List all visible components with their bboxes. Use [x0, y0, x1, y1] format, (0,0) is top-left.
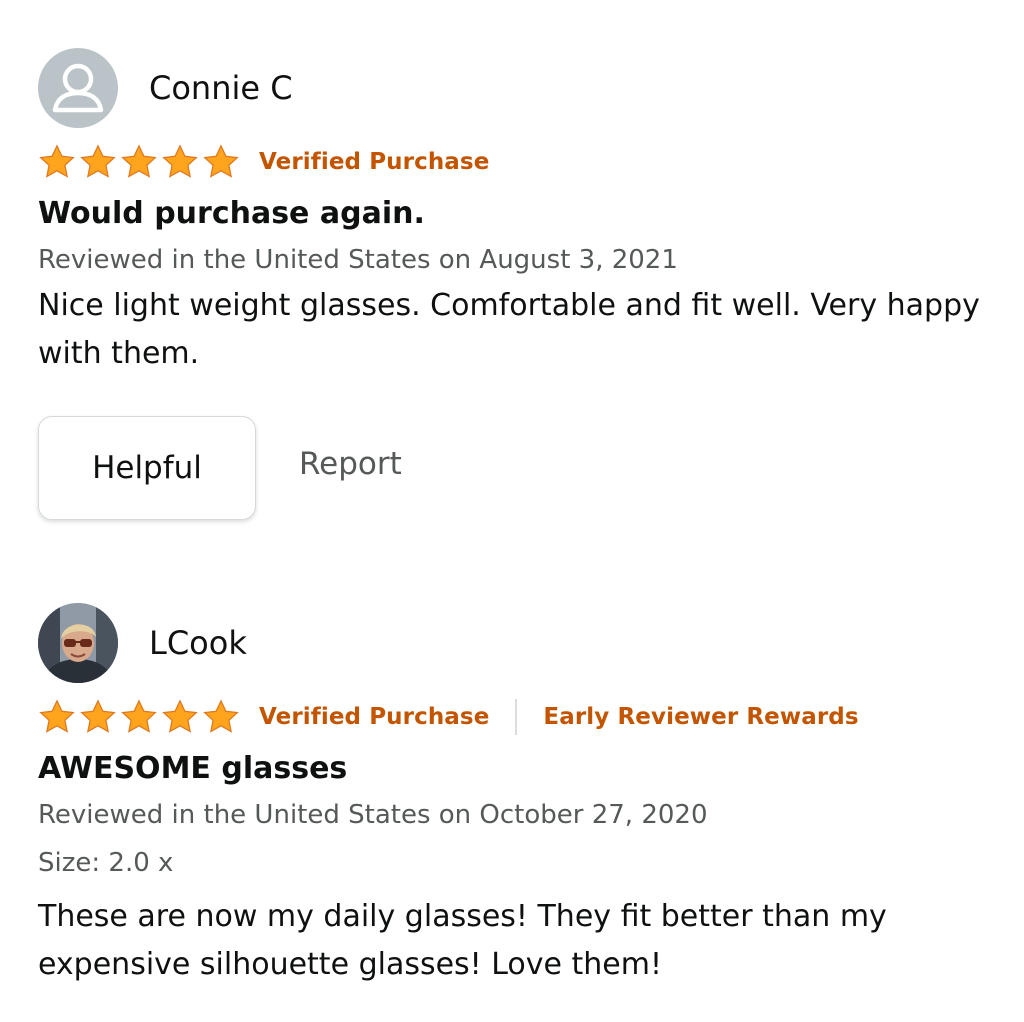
report-link[interactable]: Report — [299, 446, 402, 482]
reviewer-name[interactable]: LCook — [149, 624, 247, 662]
star-icon — [121, 144, 157, 178]
review-date: Reviewed in the United States on October… — [38, 800, 708, 830]
reviewer-profile[interactable]: Connie C — [38, 48, 1004, 128]
review-card: Connie C Verified Purchase Would purchas… — [38, 48, 1004, 520]
star-icon — [203, 144, 239, 178]
review-date: Reviewed in the United States on August … — [38, 245, 678, 275]
star-rating[interactable] — [38, 698, 240, 736]
reviewer-photo — [38, 603, 118, 683]
star-icon — [39, 699, 75, 733]
review-title[interactable]: AWESOME glasses — [38, 747, 1004, 791]
verified-purchase-badge: Verified Purchase — [259, 149, 490, 175]
generic-person-icon — [38, 48, 118, 128]
reviewer-profile[interactable]: LCook — [38, 603, 1004, 683]
star-icon — [80, 144, 116, 178]
badge-divider — [515, 699, 518, 735]
star-icon — [39, 144, 75, 178]
review-title[interactable]: Would purchase again. — [38, 192, 1004, 236]
verified-purchase-badge: Verified Purchase — [259, 704, 490, 730]
review-body: These are now my daily glasses! They fit… — [38, 899, 887, 982]
star-icon — [203, 699, 239, 733]
star-icon — [121, 699, 157, 733]
review-body: Nice light weight glasses. Comfortable a… — [38, 288, 980, 371]
review-variant-size: Size: 2.0 x — [38, 848, 174, 878]
star-rating[interactable] — [38, 143, 240, 181]
reviewer-name[interactable]: Connie C — [149, 69, 293, 107]
star-icon — [162, 144, 198, 178]
review-card: LCook Verified Purchase Early Reviewer R… — [38, 603, 1004, 989]
star-icon — [162, 699, 198, 733]
helpful-button[interactable]: Helpful — [38, 416, 256, 520]
early-reviewer-badge[interactable]: Early Reviewer Rewards — [543, 704, 858, 730]
star-icon — [80, 699, 116, 733]
